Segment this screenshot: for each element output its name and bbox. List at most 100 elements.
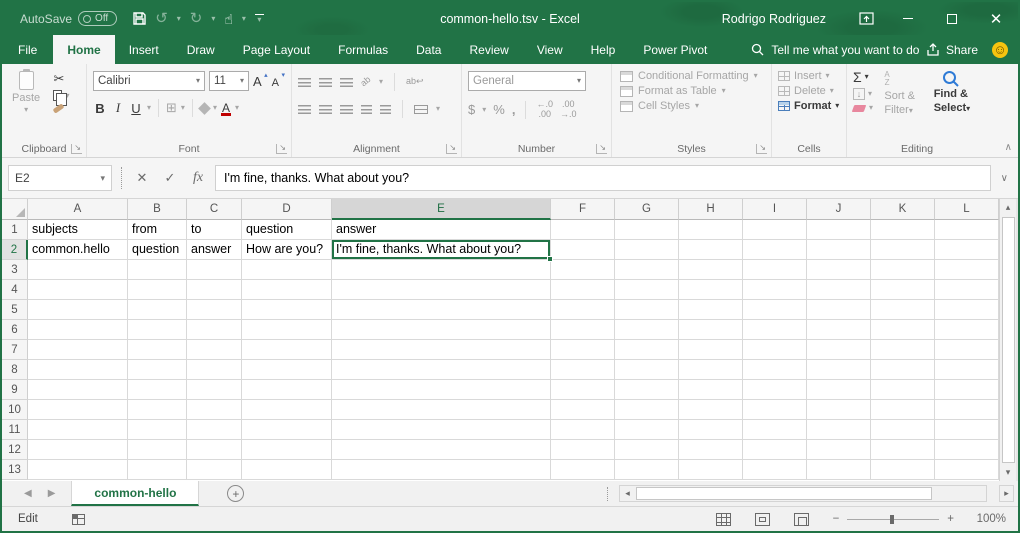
zoom-slider-thumb[interactable] <box>890 515 894 524</box>
cell[interactable] <box>935 240 999 260</box>
font-color-dropdown-icon[interactable]: ▾ <box>235 104 239 112</box>
row-header-2[interactable]: 2 <box>2 240 28 260</box>
tab-formulas[interactable]: Formulas <box>324 35 402 64</box>
tab-data[interactable]: Data <box>402 35 455 64</box>
cell[interactable] <box>332 320 551 340</box>
cell[interactable] <box>128 260 187 280</box>
cell[interactable] <box>242 280 332 300</box>
undo-icon[interactable]: ↺ <box>155 11 168 26</box>
cell[interactable] <box>871 280 935 300</box>
cell[interactable] <box>551 320 615 340</box>
cell[interactable] <box>28 280 128 300</box>
active-cell-e2[interactable]: I'm fine, thanks. What about you? <box>332 240 551 260</box>
cell[interactable] <box>242 360 332 380</box>
paste-button[interactable]: Paste ▾ <box>12 71 40 114</box>
row-header-3[interactable]: 3 <box>2 260 28 280</box>
borders-icon[interactable]: ⊞ <box>166 100 177 116</box>
cell[interactable] <box>551 400 615 420</box>
cell[interactable] <box>615 340 679 360</box>
cell[interactable] <box>332 460 551 480</box>
number-format-dropdown-icon[interactable]: ▾ <box>577 77 581 85</box>
sheet-tab-common-hello[interactable]: common-hello <box>71 481 199 506</box>
cell[interactable] <box>128 440 187 460</box>
horizontal-scrollbar[interactable]: ◂ <box>619 485 987 502</box>
cell[interactable] <box>935 460 999 480</box>
cell[interactable] <box>332 440 551 460</box>
row-header-12[interactable]: 12 <box>2 440 28 460</box>
merge-dropdown-icon[interactable]: ▾ <box>436 105 440 113</box>
touch-mode-dropdown-icon[interactable]: ▾ <box>242 15 246 23</box>
cell[interactable] <box>679 440 743 460</box>
zoom-out-icon[interactable]: − <box>833 513 840 525</box>
row-header-7[interactable]: 7 <box>2 340 28 360</box>
align-middle-icon[interactable] <box>319 78 332 87</box>
conditional-formatting-button[interactable]: Conditional Formatting▾ <box>620 70 767 82</box>
insert-function-icon[interactable]: fx <box>187 170 209 186</box>
cell[interactable] <box>935 280 999 300</box>
cell[interactable] <box>807 460 871 480</box>
user-name[interactable]: Rodrigo Rodriguez <box>722 12 826 26</box>
feedback-smiley-icon[interactable]: ☺ <box>992 42 1008 58</box>
cell[interactable] <box>128 340 187 360</box>
cell-a2[interactable]: common.hello <box>28 240 128 260</box>
underline-dropdown-icon[interactable]: ▾ <box>147 104 151 112</box>
cell[interactable] <box>551 360 615 380</box>
cell[interactable] <box>128 360 187 380</box>
tab-file[interactable]: File <box>2 35 53 64</box>
row-header-6[interactable]: 6 <box>2 320 28 340</box>
name-box[interactable]: E2▾ <box>8 165 112 191</box>
cell[interactable] <box>871 320 935 340</box>
cell[interactable] <box>128 300 187 320</box>
cell[interactable] <box>871 260 935 280</box>
sort-filter-button[interactable]: AZ Sort & Filter▾ <box>884 68 928 118</box>
horizontal-scroll-thumb[interactable] <box>636 487 932 500</box>
cell[interactable] <box>615 400 679 420</box>
fill-button[interactable]: ↓▾ <box>853 88 873 100</box>
tab-insert[interactable]: Insert <box>115 35 173 64</box>
align-bottom-icon[interactable] <box>340 78 353 87</box>
cell[interactable] <box>551 260 615 280</box>
fill-color-dropdown-icon[interactable]: ▾ <box>213 104 217 112</box>
decrease-font-size-icon[interactable]: A▾ <box>272 74 285 89</box>
cell[interactable] <box>679 300 743 320</box>
undo-dropdown-icon[interactable]: ▾ <box>177 15 181 23</box>
cell[interactable] <box>871 300 935 320</box>
scroll-up-icon[interactable]: ▴ <box>1000 199 1016 216</box>
cell[interactable] <box>615 380 679 400</box>
cell[interactable] <box>28 420 128 440</box>
tab-page-layout[interactable]: Page Layout <box>229 35 324 64</box>
cell[interactable] <box>242 340 332 360</box>
cell[interactable] <box>935 440 999 460</box>
cell[interactable] <box>128 400 187 420</box>
cell[interactable] <box>332 300 551 320</box>
cell[interactable] <box>743 260 807 280</box>
cell[interactable] <box>187 340 242 360</box>
scrollbar-resize-handle[interactable] <box>607 487 608 501</box>
cell[interactable] <box>807 380 871 400</box>
row-header-1[interactable]: 1 <box>2 220 28 240</box>
cell[interactable] <box>935 300 999 320</box>
cell[interactable] <box>935 360 999 380</box>
name-box-dropdown-icon[interactable]: ▾ <box>100 174 105 183</box>
cell[interactable] <box>242 440 332 460</box>
cell[interactable] <box>807 220 871 240</box>
styles-dialog-launcher-icon[interactable]: ↘ <box>756 144 767 154</box>
cell[interactable] <box>615 360 679 380</box>
cell[interactable] <box>679 240 743 260</box>
cell[interactable] <box>242 400 332 420</box>
cell[interactable] <box>187 360 242 380</box>
cell[interactable] <box>332 420 551 440</box>
scroll-left-icon[interactable]: ◂ <box>620 488 635 499</box>
cell[interactable] <box>679 280 743 300</box>
cell[interactable] <box>679 260 743 280</box>
cell[interactable] <box>128 280 187 300</box>
copy-button[interactable]: ▾ <box>53 90 69 101</box>
cell[interactable] <box>551 460 615 480</box>
delete-cells-button[interactable]: Delete▾ <box>778 85 842 97</box>
cell[interactable] <box>551 220 615 240</box>
sheet-prev-icon[interactable]: ◀ <box>24 488 32 499</box>
cell[interactable] <box>28 380 128 400</box>
cell[interactable] <box>743 440 807 460</box>
find-select-button[interactable]: Find & Select▾ <box>934 68 978 116</box>
align-top-icon[interactable] <box>298 78 311 87</box>
